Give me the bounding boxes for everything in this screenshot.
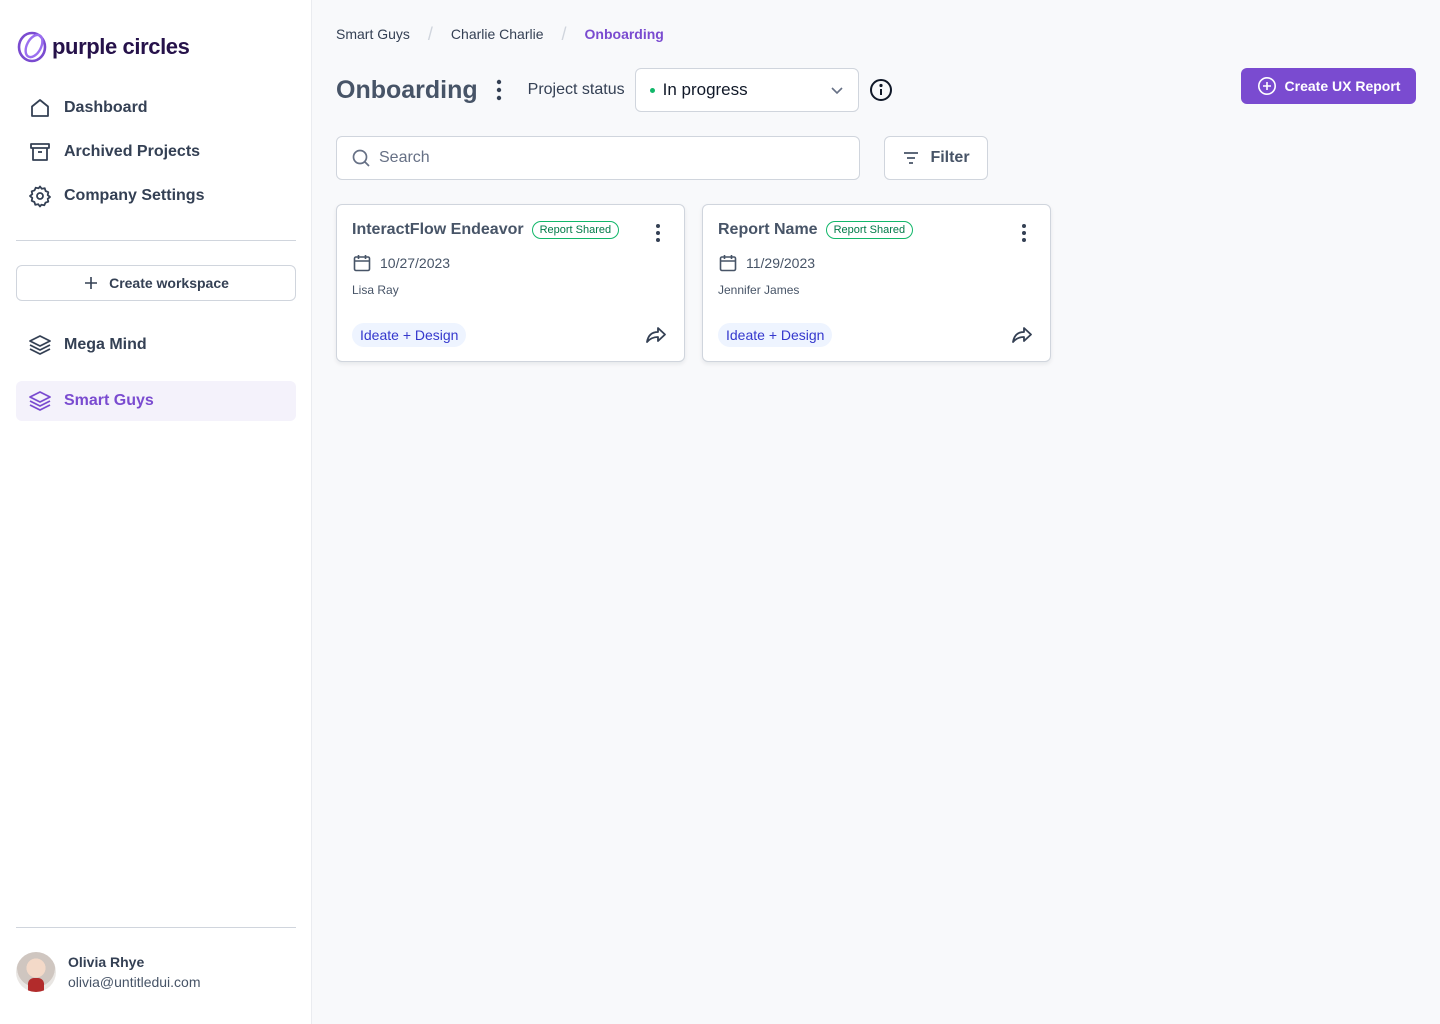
card-header: Report Name Report Shared <box>718 221 914 239</box>
home-icon <box>31 99 49 117</box>
brand-name: purple circles <box>52 34 190 59</box>
filter-label: Filter <box>930 149 970 166</box>
card-more-button[interactable] <box>1014 221 1034 245</box>
workspace-item-smart-guys[interactable]: Smart Guys <box>16 381 296 421</box>
search-field <box>336 136 860 180</box>
card-date-value: 10/27/2023 <box>380 255 451 271</box>
page-header: Onboarding Project status In progress <box>336 68 893 112</box>
search-icon <box>352 149 370 167</box>
layers-icon <box>29 391 51 411</box>
sidebar-footer-divider <box>16 927 296 928</box>
project-status-value: In progress <box>662 80 748 99</box>
card-date: 11/29/2023 <box>718 253 815 273</box>
card-owner: Lisa Ray <box>352 283 399 297</box>
sidebar: purple circles Dashboard Archived Projec… <box>0 0 312 1024</box>
more-vertical-icon <box>1022 224 1026 242</box>
create-workspace-button[interactable]: Create workspace <box>16 265 296 301</box>
sidebar-divider <box>16 240 296 241</box>
phase-tag[interactable]: Ideate + Design <box>718 323 833 347</box>
project-card[interactable]: InteractFlow Endeavor Report Shared 10/2… <box>336 204 685 362</box>
breadcrumb-separator: / <box>561 23 567 44</box>
card-date: 10/27/2023 <box>352 253 450 273</box>
project-card[interactable]: Report Name Report Shared 11/29/2023 Jen… <box>702 204 1051 362</box>
project-status-select[interactable]: In progress <box>634 68 859 112</box>
calendar-icon <box>719 255 737 272</box>
card-title: InteractFlow Endeavor <box>352 221 524 238</box>
workspace-label: Mega Mind <box>64 336 147 353</box>
nav-item-company-settings[interactable]: Company Settings <box>16 174 296 218</box>
plus-icon <box>85 277 98 289</box>
phase-tag[interactable]: Ideate + Design <box>352 323 467 347</box>
archive-icon <box>30 143 50 161</box>
status-dot-icon <box>649 87 655 93</box>
more-vertical-icon <box>656 224 660 242</box>
nav-item-label: Dashboard <box>64 99 148 116</box>
purple-circles-logo-icon <box>17 31 47 63</box>
user-email: olivia@untitledui.com <box>68 974 201 990</box>
nav-item-dashboard[interactable]: Dashboard <box>16 86 296 130</box>
card-more-button[interactable] <box>648 221 668 245</box>
create-workspace-label: Create workspace <box>109 275 229 291</box>
filter-lines-icon <box>904 152 919 164</box>
primary-nav: Dashboard Archived Projects Company Sett… <box>16 86 296 218</box>
card-owner: Jennifer James <box>718 283 800 297</box>
breadcrumb: Smart Guys / Charlie Charlie / Onboardin… <box>336 24 664 44</box>
create-ux-report-label: Create UX Report <box>1284 78 1401 94</box>
avatar <box>16 952 56 992</box>
more-vertical-icon <box>496 79 501 101</box>
nav-item-archived-projects[interactable]: Archived Projects <box>16 130 296 174</box>
brand-logo[interactable]: purple circles <box>16 30 190 64</box>
card-date-value: 11/29/2023 <box>746 255 816 271</box>
share-icon[interactable] <box>1010 323 1034 347</box>
info-icon[interactable] <box>869 78 893 102</box>
user-name: Olivia Rhye <box>68 954 145 970</box>
layers-icon <box>29 335 51 355</box>
breadcrumb-item-client[interactable]: Charlie Charlie <box>451 26 544 42</box>
workspace-item-mega-mind[interactable]: Mega Mind <box>16 325 296 365</box>
card-title: Report Name <box>718 221 818 238</box>
chevron-down-icon <box>831 87 843 95</box>
status-badge: Report Shared <box>825 221 914 239</box>
workspace-label: Smart Guys <box>64 392 154 409</box>
calendar-icon <box>353 255 371 272</box>
share-icon[interactable] <box>644 323 668 347</box>
nav-item-label: Company Settings <box>64 187 205 204</box>
gear-icon <box>29 185 51 208</box>
workspace-list: Mega Mind Smart Guys <box>16 325 296 437</box>
breadcrumb-item-current: Onboarding <box>584 26 664 42</box>
user-profile[interactable]: Olivia Rhye olivia@untitledui.com <box>16 952 201 992</box>
nav-item-label: Archived Projects <box>64 143 201 160</box>
page-more-button[interactable] <box>490 76 508 104</box>
status-badge: Report Shared <box>531 221 620 239</box>
search-input[interactable] <box>379 149 845 167</box>
page-title: Onboarding <box>336 75 478 104</box>
project-status-label: Project status <box>527 81 625 98</box>
filter-button[interactable]: Filter <box>884 136 988 180</box>
create-ux-report-button[interactable]: Create UX Report <box>1241 68 1416 104</box>
card-header: InteractFlow Endeavor Report Shared <box>352 221 620 239</box>
plus-circle-icon <box>1257 77 1276 95</box>
breadcrumb-item-workspace[interactable]: Smart Guys <box>336 26 410 42</box>
breadcrumb-separator: / <box>427 23 433 44</box>
